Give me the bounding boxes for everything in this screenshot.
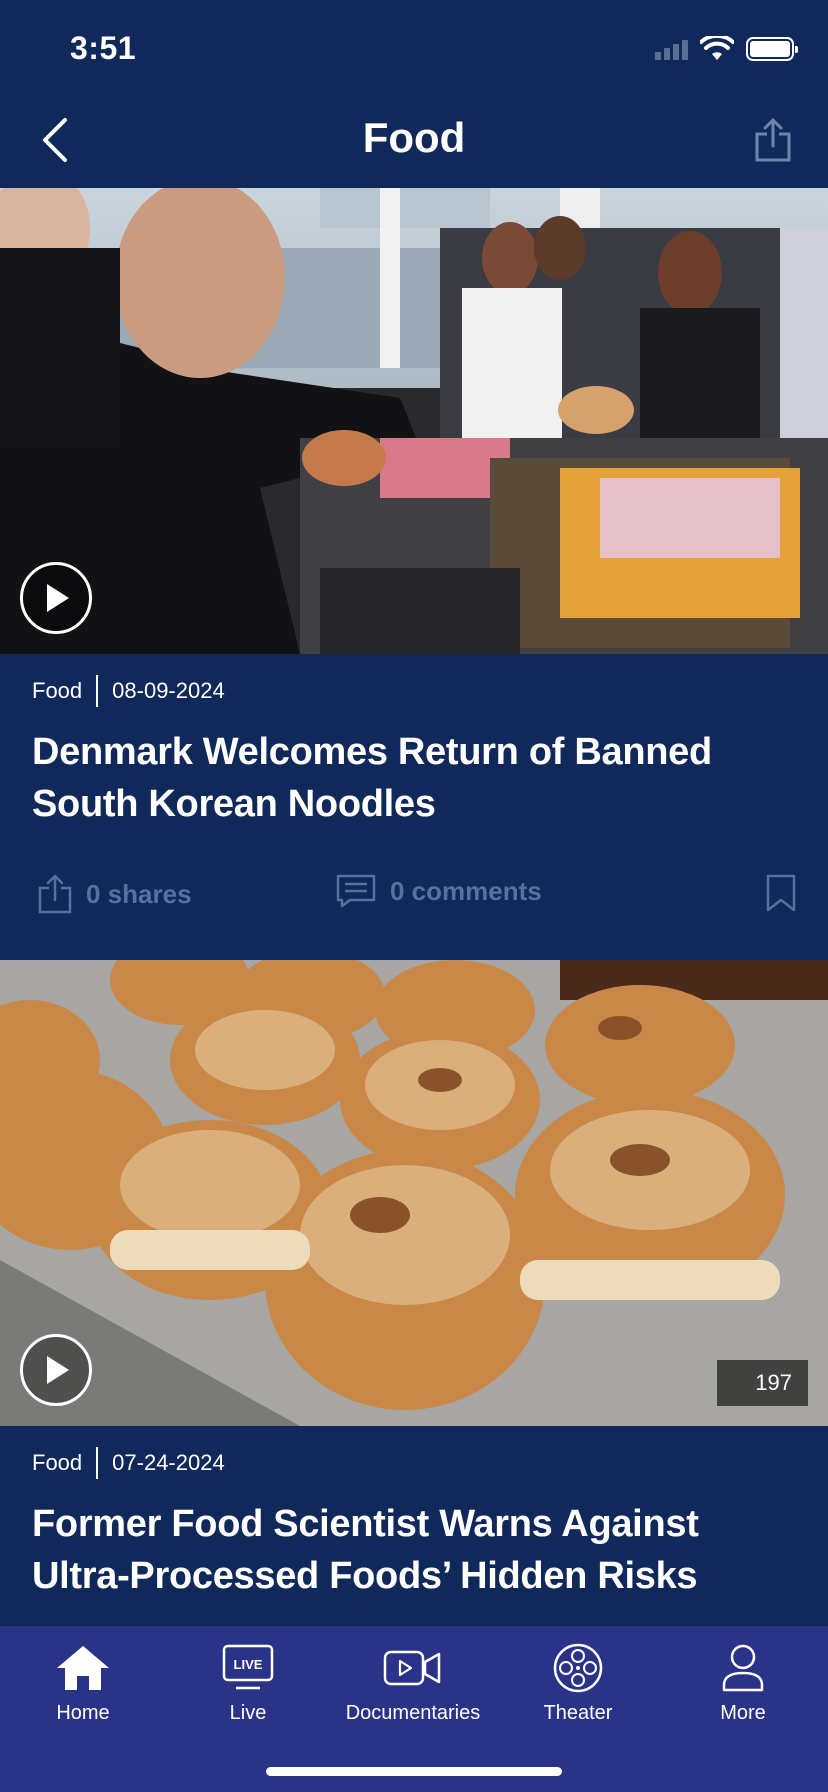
share-action-button[interactable]: 0 shares xyxy=(38,874,192,914)
tab-label: Theater xyxy=(543,1702,613,1724)
article-image[interactable]: 197 xyxy=(0,960,828,1426)
video-camera-icon xyxy=(383,1650,441,1686)
article-photo xyxy=(0,960,828,1426)
article-card[interactable]: Food 08-09-2024 Denmark Welcomes Return … xyxy=(0,188,828,926)
share-icon xyxy=(755,118,791,162)
wifi-icon xyxy=(700,36,734,60)
shares-count: 0 shares xyxy=(86,878,192,909)
article-image[interactable] xyxy=(0,188,828,654)
article-meta: Food 07-24-2024 xyxy=(0,1446,828,1480)
battery-icon xyxy=(746,37,798,61)
meta-divider xyxy=(96,1447,99,1479)
tab-label: Documentaries xyxy=(345,1702,481,1724)
tab-more[interactable]: More xyxy=(668,1640,818,1725)
tab-label: Live xyxy=(229,1702,267,1724)
article-date: 08-09-2024 xyxy=(112,678,225,703)
article-category[interactable]: Food xyxy=(32,678,82,704)
meta-divider xyxy=(96,675,99,707)
bookmark-icon xyxy=(766,874,796,912)
comment-icon xyxy=(336,874,376,908)
nav-header: Food xyxy=(0,100,828,188)
user-icon xyxy=(722,1644,764,1692)
home-indicator[interactable] xyxy=(266,1767,562,1776)
article-headline[interactable]: Denmark Welcomes Return of Banned South … xyxy=(0,726,828,830)
page-title: Food xyxy=(362,114,466,161)
article-actions: 0 shares 0 comments xyxy=(0,866,828,926)
play-button[interactable] xyxy=(20,1334,92,1406)
article-category[interactable]: Food xyxy=(32,1450,82,1476)
video-duration-badge: 197 xyxy=(717,1360,808,1406)
comments-count: 0 comments xyxy=(390,875,542,906)
status-time: 3:51 xyxy=(70,30,137,66)
app-screen: 3:51 Food Food 08-09-2024 Denmark Welcom… xyxy=(0,0,828,1792)
status-bar: 3:51 xyxy=(0,0,828,100)
play-icon xyxy=(47,584,69,612)
play-button[interactable] xyxy=(20,562,92,634)
live-badge-text: LIVE xyxy=(234,1657,263,1672)
tab-documentaries[interactable]: Documentaries xyxy=(338,1640,488,1725)
cellular-signal-icon xyxy=(655,38,688,60)
share-icon xyxy=(38,874,72,914)
home-icon xyxy=(57,1646,109,1690)
tab-theater[interactable]: Theater xyxy=(503,1640,653,1725)
tab-home[interactable]: Home xyxy=(8,1640,158,1725)
status-icons xyxy=(655,36,798,62)
bookmark-button[interactable] xyxy=(766,874,796,912)
tab-live[interactable]: LIVE Live xyxy=(173,1640,323,1725)
tab-label: Home xyxy=(56,1702,110,1724)
film-reel-icon xyxy=(553,1643,603,1693)
tab-label: More xyxy=(720,1702,766,1724)
share-button[interactable] xyxy=(748,112,798,168)
comments-action-button[interactable]: 0 comments xyxy=(336,874,542,908)
article-card[interactable]: 197 Food 07-24-2024 Former Food Scientis… xyxy=(0,960,828,1602)
article-photo xyxy=(0,188,828,654)
live-tv-icon: LIVE xyxy=(222,1644,274,1690)
article-date: 07-24-2024 xyxy=(112,1450,225,1475)
bottom-tab-bar: Home LIVE Live Documentaries Theater Mor… xyxy=(0,1626,828,1792)
play-icon xyxy=(47,1356,69,1384)
article-headline[interactable]: Former Food Scientist Warns Against Ultr… xyxy=(0,1498,828,1602)
article-meta: Food 08-09-2024 xyxy=(0,674,828,708)
